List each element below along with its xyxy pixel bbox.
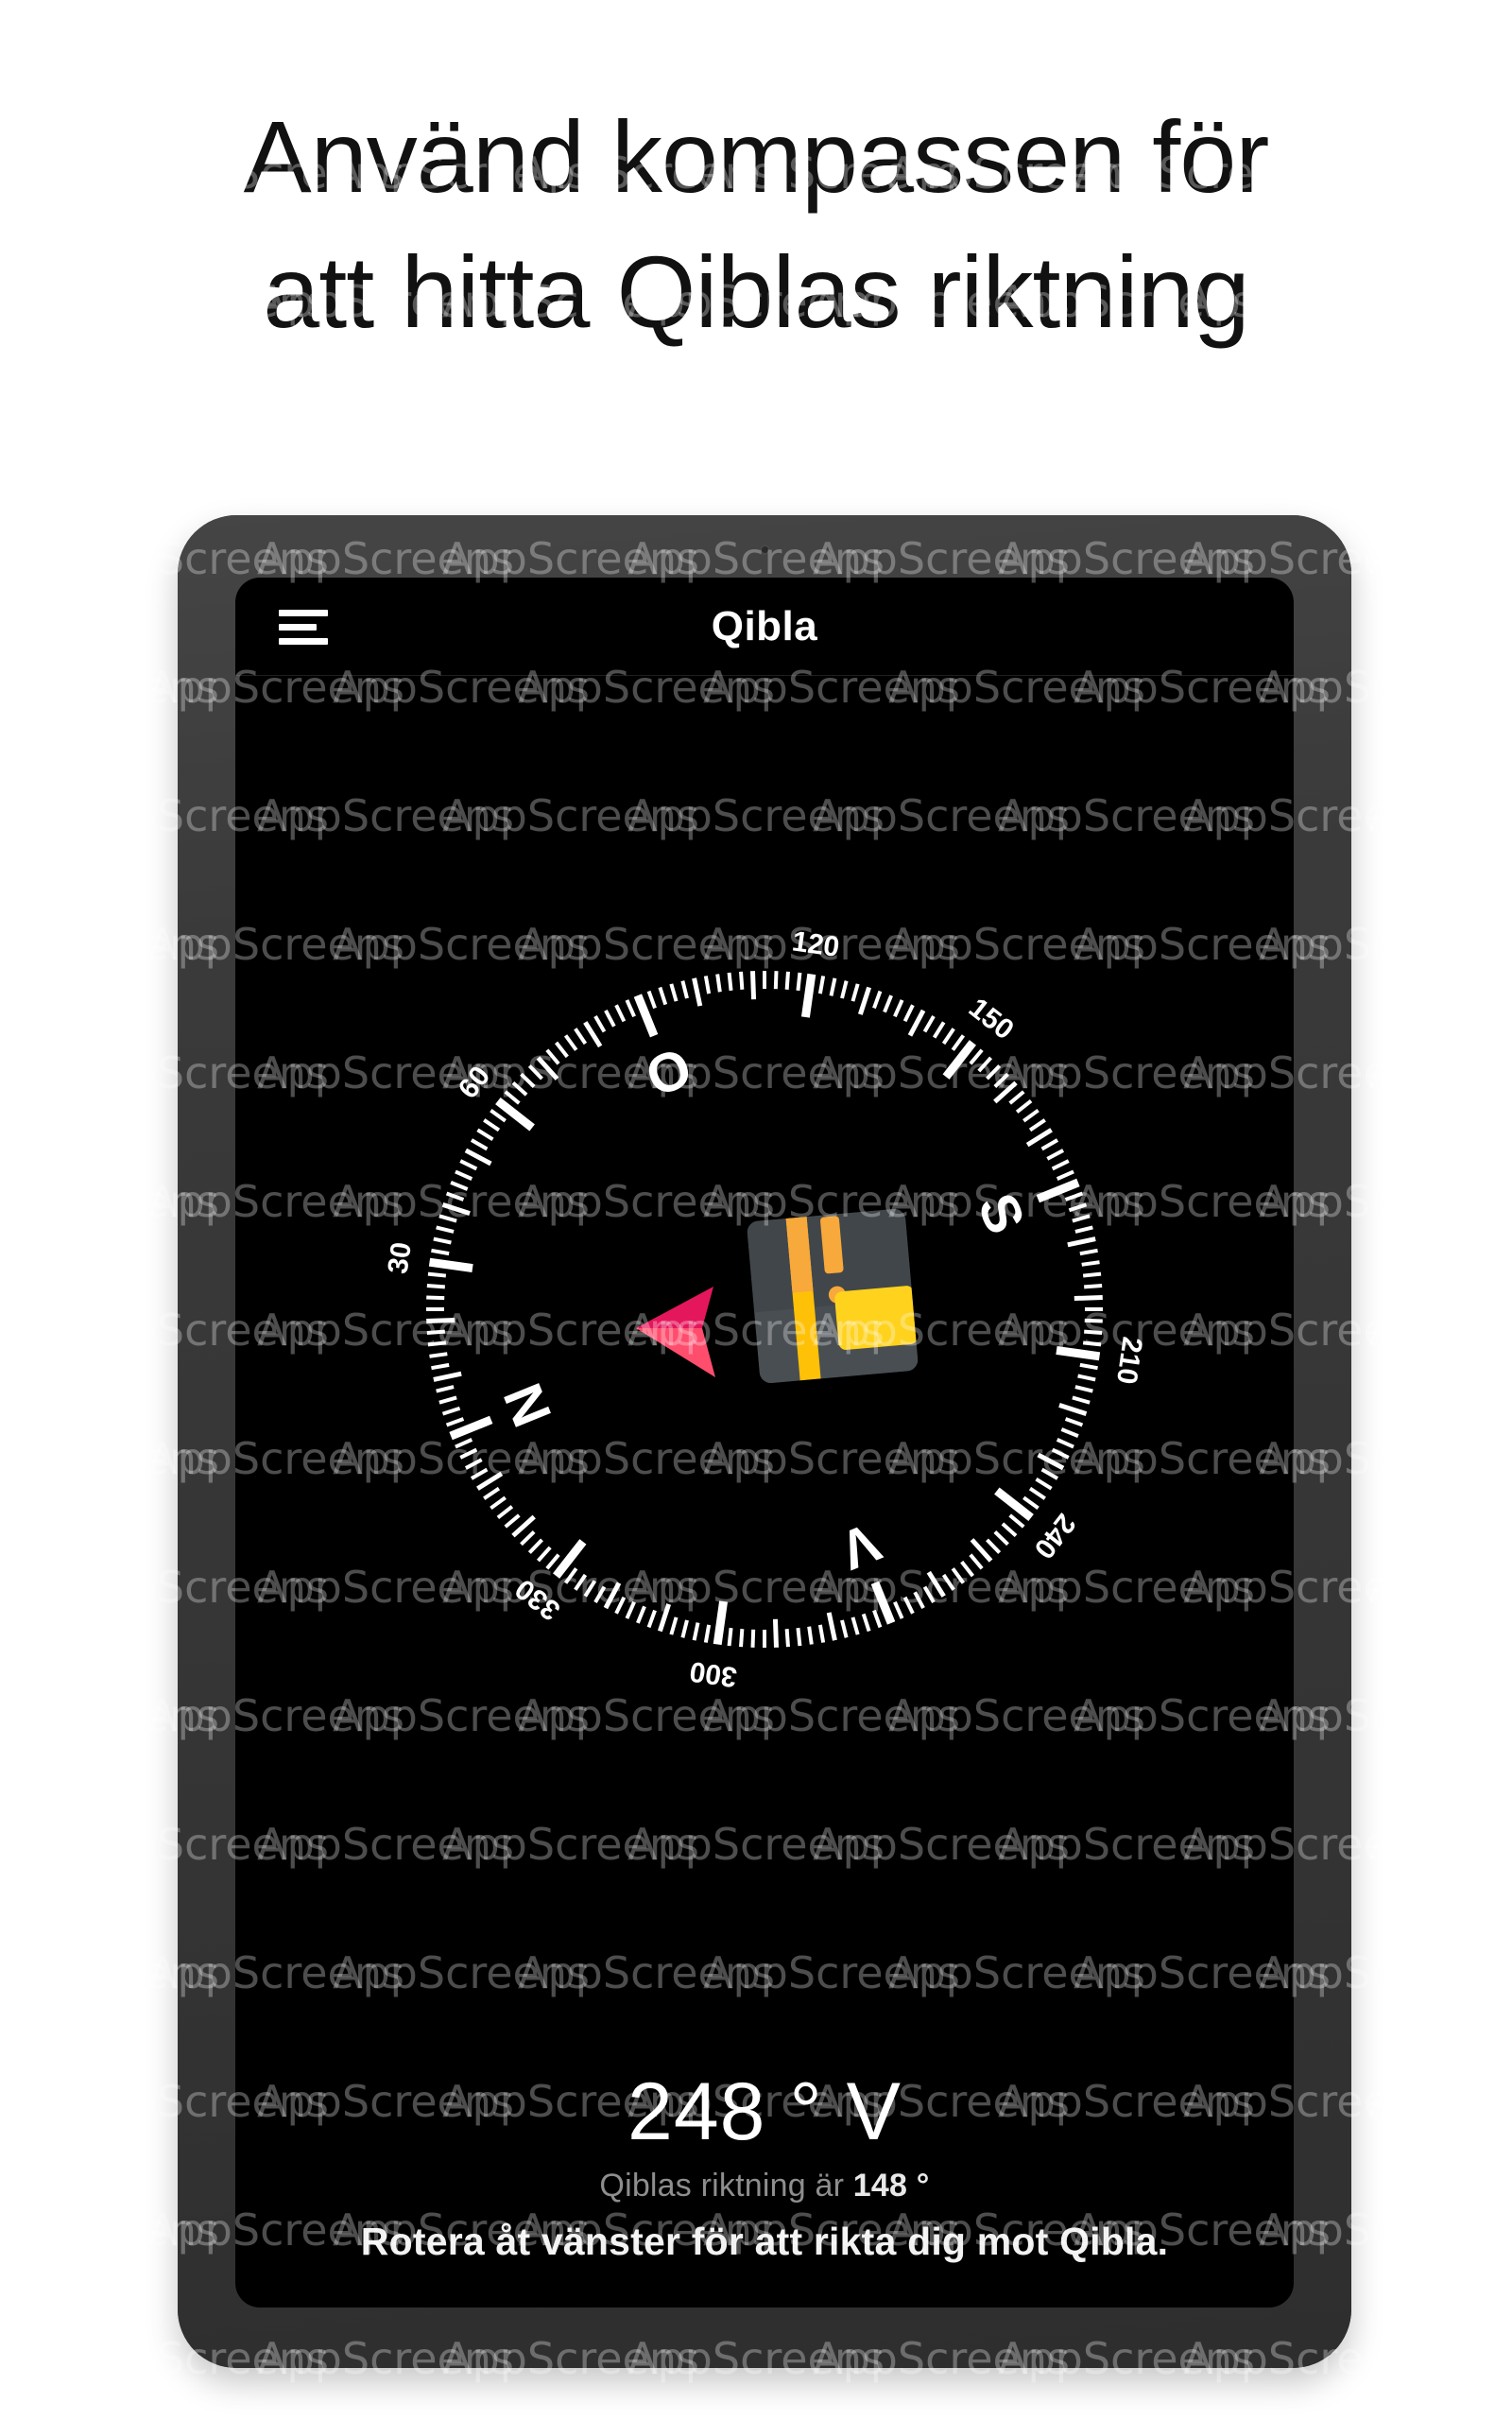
app-bar: Qibla [235, 578, 1294, 676]
watermark-text: AppScreens [1444, 2204, 1512, 2256]
svg-text:V: V [832, 1511, 889, 1582]
watermark-text: AppScreens [0, 533, 144, 584]
kaaba-indicator-group [613, 1205, 919, 1413]
watermark-text: AppScreens [1368, 1562, 1512, 1613]
watermark-text: AppScreens [1444, 1433, 1512, 1484]
watermark-text: AppScreens [0, 2076, 144, 2127]
qibla-direction-prefix: Qiblas riktning är [599, 2168, 853, 2204]
watermark-text: AppScreens [0, 1047, 144, 1098]
watermark-text: AppScreens [0, 662, 219, 713]
compass-widget[interactable]: 30 60 120 150 210 240 300 330 N O S V [383, 925, 1148, 1692]
watermark-text: AppScreens [1368, 1819, 1512, 1870]
svg-text:S: S [966, 1185, 1037, 1242]
watermark-text: AppScreens [998, 19, 1255, 70]
qibla-direction-line: Qiblas riktning är 148 ° [235, 2168, 1294, 2204]
svg-text:210: 210 [1110, 1335, 1148, 1386]
watermark-text: AppScreens [147, 405, 404, 456]
watermark-text: AppScreens [1368, 2076, 1512, 2127]
watermark-text: AppScreens [0, 1305, 144, 1356]
watermark-text: AppScreens [888, 405, 1145, 456]
watermark-text: AppScreens [0, 1819, 144, 1870]
watermark-text: AppScreens [1444, 919, 1512, 970]
watermark-text: AppScreens [72, 19, 329, 70]
watermark-text: AppScreens [0, 790, 144, 841]
watermark-row: AppScreensAppScreensAppScreensAppScreens… [0, 19, 1512, 70]
qibla-direction-value: 148 ° [852, 2168, 930, 2204]
bearing-value: 248 ° V [627, 2066, 902, 2157]
kaaba-door [833, 1285, 919, 1351]
svg-text:O: O [638, 1036, 700, 1109]
watermark-text: AppScreens [0, 405, 219, 456]
watermark-text: AppScreens [0, 919, 219, 970]
watermark-text: AppScreens [1368, 2333, 1512, 2384]
watermark-text: AppScreens [0, 1690, 219, 1741]
watermark-text: AppScreens [0, 19, 144, 70]
watermark-text: AppScreens [442, 19, 699, 70]
svg-text:N: N [492, 1375, 564, 1435]
page-title: Använd kompassen för att hitta Qiblas ri… [0, 90, 1512, 359]
watermark-text: AppScreens [0, 1433, 219, 1484]
watermark-text: AppScreens [1444, 405, 1512, 456]
watermark-text: AppScreens [1074, 405, 1331, 456]
watermark-text: AppScreens [0, 1176, 219, 1227]
watermark-text: AppScreens [257, 19, 514, 70]
watermark-text: AppScreens [0, 1562, 144, 1613]
svg-text:240: 240 [1028, 1508, 1082, 1564]
watermark-row: AppScreensAppScreensAppScreensAppScreens… [0, 405, 1512, 456]
watermark-text: AppScreens [1444, 1690, 1512, 1741]
svg-text:60: 60 [453, 1061, 497, 1105]
watermark-text: AppScreens [0, 2333, 144, 2384]
watermark-text: AppScreens [1259, 405, 1512, 456]
compass-area: 30 60 120 150 210 240 300 330 N O S V [235, 676, 1294, 1980]
watermark-text: AppScreens [1368, 533, 1512, 584]
svg-text:150: 150 [963, 993, 1020, 1046]
kaaba-icon [746, 1208, 919, 1384]
watermark-text: AppScreens [0, 1947, 219, 1998]
svg-text:30: 30 [383, 1240, 418, 1276]
camera-dot-icon [759, 544, 770, 555]
compass-readout: 248 ° V Qiblas riktning är 148 ° Rotera … [235, 2066, 1294, 2264]
watermark-text: AppScreens [0, 2204, 219, 2256]
watermark-text: AppScreens [1444, 1176, 1512, 1227]
watermark-text: AppScreens [518, 405, 775, 456]
svg-text:330: 330 [509, 1573, 566, 1627]
watermark-text: AppScreens [1368, 790, 1512, 841]
app-bar-title: Qibla [711, 603, 818, 649]
device-screen: Qibla 30 60 120 150 210 240 300 330 N O S V [235, 578, 1294, 2308]
watermark-text: AppScreens [333, 405, 590, 456]
watermark-text: AppScreens [703, 405, 960, 456]
watermark-text: AppScreens [813, 19, 1070, 70]
watermark-text: AppScreens [1368, 1047, 1512, 1098]
svg-text:300: 300 [688, 1655, 739, 1693]
watermark-text: AppScreens [1183, 19, 1440, 70]
watermark-text: AppScreens [1444, 662, 1512, 713]
watermark-text: AppScreens [1444, 1947, 1512, 1998]
svg-text:120: 120 [790, 925, 841, 963]
watermark-text: AppScreens [1368, 19, 1512, 70]
kaaba-body [746, 1208, 919, 1384]
headline-line-2: att hitta Qiblas riktning [263, 233, 1250, 349]
device-frame: Qibla 30 60 120 150 210 240 300 330 N O S V [178, 515, 1351, 2368]
watermark-text: AppScreens [1368, 1305, 1512, 1356]
watermark-text: AppScreens [627, 19, 885, 70]
headline-line-1: Använd kompassen för [243, 99, 1270, 214]
rotate-instruction: Rotera åt vänster för att rikta dig mot … [360, 2220, 1169, 2263]
